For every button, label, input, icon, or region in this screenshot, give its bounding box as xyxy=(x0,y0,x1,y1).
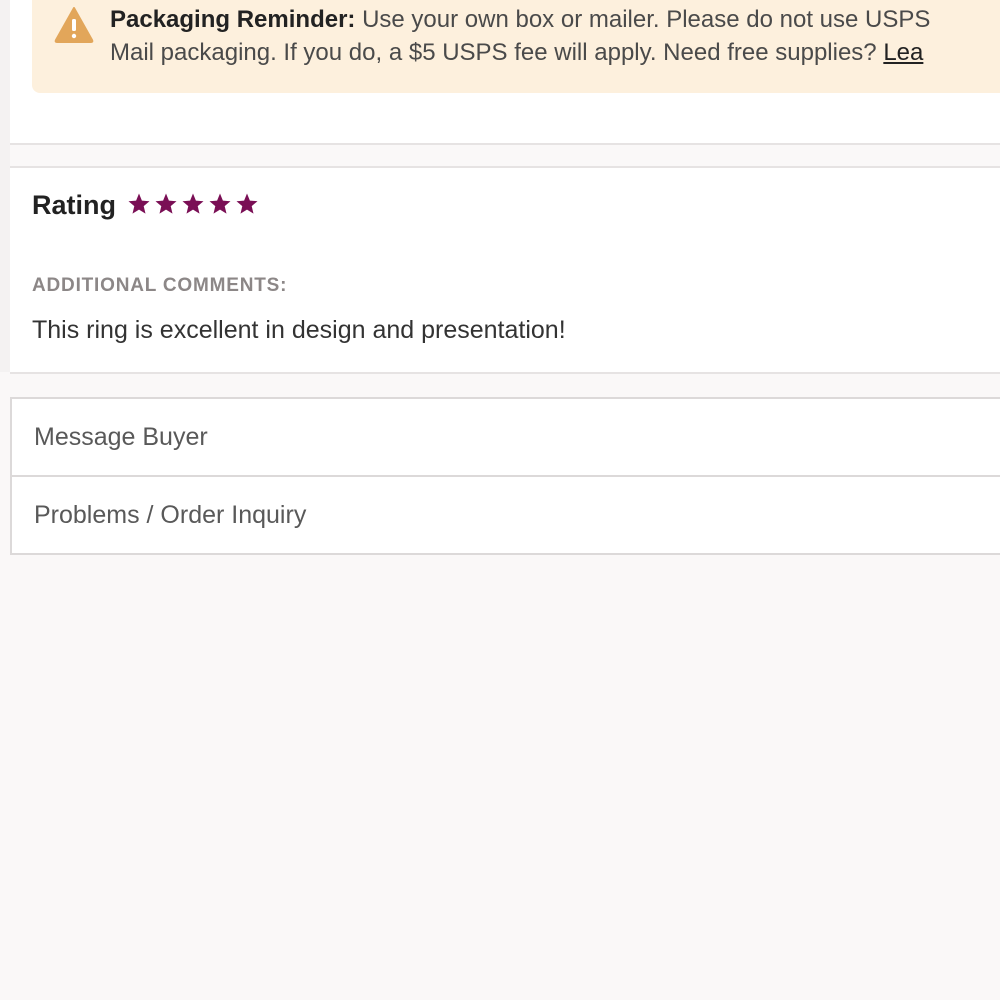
packaging-reminder-section: Packaging Reminder: Use your own box or … xyxy=(10,0,1000,143)
star-icon xyxy=(209,193,231,214)
order-actions-list: Message Buyer Problems / Order Inquiry xyxy=(10,397,1000,555)
star-rating xyxy=(127,192,259,218)
section-divider xyxy=(10,372,1000,374)
packaging-reminder-line-1: Packaging Reminder: Use your own box or … xyxy=(110,3,1000,36)
star-icon xyxy=(155,193,177,214)
packaging-reminder-line-1-text: Use your own box or mailer. Please do no… xyxy=(362,6,931,33)
star-icon xyxy=(236,193,258,214)
message-buyer-button[interactable]: Message Buyer xyxy=(12,399,1000,475)
left-edge-strip xyxy=(0,0,10,372)
packaging-reminder-line-2: Mail packaging. If you do, a $5 USPS fee… xyxy=(110,36,1000,69)
packaging-reminder-banner: Packaging Reminder: Use your own box or … xyxy=(32,0,1000,93)
star-icon xyxy=(182,193,204,214)
learn-more-link[interactable]: Lea xyxy=(883,39,923,66)
rating-label: Rating xyxy=(32,190,116,220)
warning-triangle-icon xyxy=(54,7,94,43)
review-section: Rating ADDITIONAL COMMENTS: This ring is… xyxy=(10,168,1000,372)
packaging-reminder-line-2-text: Mail packaging. If you do, a $5 USPS fee… xyxy=(110,39,877,66)
additional-comments-text: This ring is excellent in design and pre… xyxy=(32,316,566,344)
packaging-reminder-text: Packaging Reminder: Use your own box or … xyxy=(110,3,1000,69)
additional-comments-label: ADDITIONAL COMMENTS: xyxy=(32,275,288,296)
section-divider xyxy=(10,143,1000,145)
star-icon xyxy=(128,193,150,214)
packaging-reminder-title: Packaging Reminder: xyxy=(110,6,356,33)
problems-order-inquiry-button[interactable]: Problems / Order Inquiry xyxy=(12,475,1000,553)
